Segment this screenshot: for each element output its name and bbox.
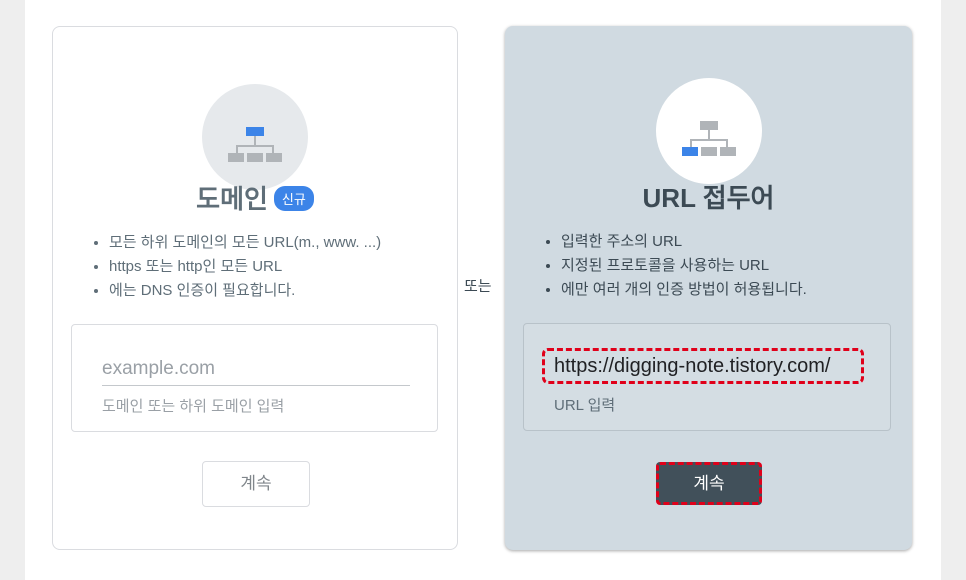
url-input-helper: URL 입력 [554, 397, 616, 414]
list-item: 에는 DNS 인증이 필요합니다. [109, 279, 381, 303]
sitemap-icon [228, 127, 282, 162]
url-input-box: https://digging-note.tistory.com/ URL 입력 [523, 323, 891, 431]
list-item: 모든 하위 도메인의 모든 URL(m., www. ...) [109, 231, 381, 255]
list-item: 지정된 프로토콜을 사용하는 URL [561, 254, 807, 278]
list-item: https 또는 http인 모든 URL [109, 255, 381, 279]
url-feature-list: 입력한 주소의 URL 지정된 프로토콜을 사용하는 URL 에만 여러 개의 … [539, 230, 807, 302]
domain-card-title: 도메인 신규 [53, 179, 457, 216]
domain-input-box: example.com 도메인 또는 하위 도메인 입력 [71, 324, 438, 432]
url-input[interactable]: https://digging-note.tistory.com/ [542, 348, 864, 384]
property-type-page: 도메인신규 모든 하위 도메인의 모든 URL(m., www. ...) ht… [25, 0, 941, 580]
sitemap-icon-circle [655, 78, 762, 184]
sitemap-icon-circle [202, 84, 308, 190]
domain-property-card[interactable]: 도메인신규 모든 하위 도메인의 모든 URL(m., www. ...) ht… [52, 26, 458, 550]
or-separator: 또는 [464, 278, 492, 295]
url-continue-button[interactable]: 계속 [656, 462, 762, 505]
domain-feature-list: 모든 하위 도메인의 모든 URL(m., www. ...) https 또는… [87, 231, 381, 303]
new-badge: 신규 [273, 185, 314, 211]
domain-title-text: 도메인 [196, 184, 268, 214]
list-item: 입력한 주소의 URL [561, 230, 807, 254]
sitemap-icon [681, 121, 736, 156]
domain-input[interactable]: example.com [102, 355, 410, 386]
url-prefix-property-card[interactable]: URL 접두어 입력한 주소의 URL 지정된 프로토콜을 사용하는 URL 에… [505, 26, 912, 550]
domain-continue-button[interactable]: 계속 [202, 461, 310, 507]
domain-input-helper: 도메인 또는 하위 도메인 입력 [102, 398, 285, 415]
url-card-title: URL 접두어 [642, 183, 775, 213]
list-item: 에만 여러 개의 인증 방법이 허용됩니다. [561, 278, 807, 302]
